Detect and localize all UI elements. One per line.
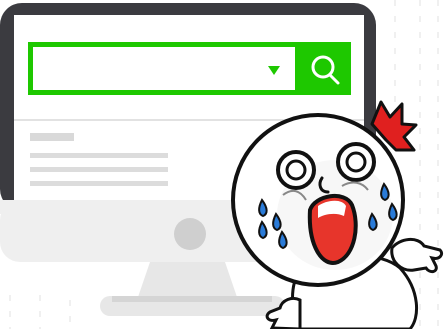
placeholder-line: [30, 167, 168, 172]
illustration: [0, 0, 446, 331]
right-hand: [390, 238, 444, 274]
search-input[interactable]: [33, 47, 295, 90]
placeholder-heading: [30, 133, 74, 141]
search-bar: [28, 42, 351, 95]
placeholder-line: [30, 153, 168, 158]
power-button-icon: [174, 218, 206, 250]
mouth: [307, 194, 358, 265]
search-button[interactable]: [300, 42, 351, 95]
illustration-svg: [0, 0, 444, 331]
placeholder-line: [30, 181, 168, 186]
monitor-stand: [100, 262, 285, 316]
character: [231, 100, 444, 331]
